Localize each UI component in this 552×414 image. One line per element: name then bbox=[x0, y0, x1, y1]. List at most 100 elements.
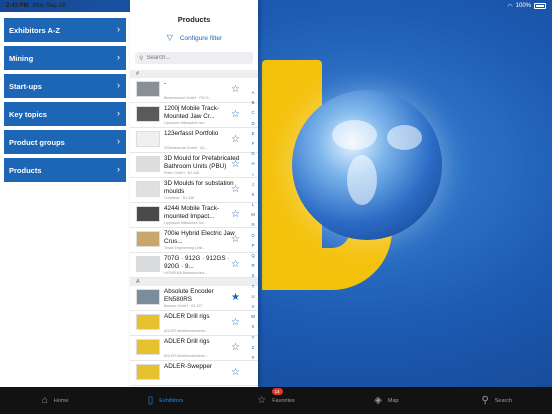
product-thumbnail bbox=[136, 81, 160, 97]
alphabet-letter[interactable]: Z bbox=[252, 345, 255, 350]
favorite-star-icon[interactable]: ★ bbox=[231, 293, 240, 303]
menu-item-label: Start-ups bbox=[9, 81, 42, 91]
tab-bar: ⌂ Home ▯ Exhibitors ☆ Favorites 14 ◈ Map ⚲ Search bbox=[0, 387, 552, 414]
product-thumbnail bbox=[136, 231, 160, 247]
favorite-star-icon[interactable]: ☆ bbox=[231, 368, 240, 378]
alphabet-letter[interactable]: C bbox=[251, 110, 254, 115]
map-icon: ◈ bbox=[374, 395, 382, 406]
product-row[interactable]: 3D Mould for Prefabricated Bathroom Unit… bbox=[130, 153, 258, 178]
search-input[interactable] bbox=[146, 55, 237, 61]
product-row[interactable]: ADLER-Swepper ☆ bbox=[130, 361, 258, 386]
alphabet-letter[interactable]: K bbox=[252, 192, 255, 197]
search-icon: ⚲ bbox=[139, 55, 144, 62]
alphabet-letter[interactable]: # bbox=[252, 355, 254, 360]
product-name: ADLER-Swepper bbox=[164, 363, 212, 370]
menu-item-label: Key topics bbox=[9, 109, 47, 119]
alphabet-letter[interactable]: V bbox=[252, 304, 255, 309]
product-exhibitor: ADLER Arbeitsmaschinen... bbox=[164, 354, 209, 358]
menu-item-mining[interactable]: Mining › bbox=[4, 46, 126, 70]
menu-item-label: Mining bbox=[9, 53, 34, 63]
alphabet-letter[interactable]: N bbox=[251, 222, 254, 227]
favorite-star-icon[interactable]: ☆ bbox=[231, 110, 240, 120]
star-icon: ☆ bbox=[257, 395, 267, 406]
alphabet-letter[interactable]: D bbox=[251, 121, 254, 126]
alphabet-letter[interactable]: I bbox=[252, 172, 253, 177]
alphabet-letter[interactable]: W bbox=[251, 314, 255, 319]
phone-icon: ▯ bbox=[147, 395, 154, 406]
panel-title: Products bbox=[177, 15, 211, 24]
product-row[interactable]: 707G · 912G · 912GS · 920G · 9... HYDREMA… bbox=[130, 253, 258, 278]
favorite-star-icon[interactable]: ☆ bbox=[231, 210, 240, 220]
product-thumbnail bbox=[136, 206, 160, 222]
product-row[interactable]: 700ie Hybrid Electric Jaw Crus... Tesab E… bbox=[130, 228, 258, 253]
search-icon: ⚲ bbox=[481, 395, 489, 406]
menu-item-label: Exhibitors A-Z bbox=[9, 25, 60, 35]
alphabet-letter[interactable]: U bbox=[251, 294, 254, 299]
product-row[interactable]: 3D Moulds for substation moulds Combinar … bbox=[130, 178, 258, 203]
alphabet-letter[interactable]: O bbox=[251, 233, 254, 238]
product-thumbnail bbox=[136, 314, 160, 330]
favorite-star-icon[interactable]: ☆ bbox=[231, 160, 240, 170]
product-thumbnail bbox=[136, 289, 160, 305]
alphabet-letter[interactable]: B bbox=[252, 100, 255, 105]
alphabet-letter[interactable]: Q bbox=[251, 253, 254, 258]
product-row[interactable]: Absolute Encoder EN580RS Baumer GmbH · A2… bbox=[130, 286, 258, 311]
favorite-star-icon[interactable]: ☆ bbox=[231, 185, 240, 195]
product-row[interactable]: 4244i Mobile Track-mounted Impact... Lipp… bbox=[130, 203, 258, 228]
product-name: - bbox=[164, 80, 167, 87]
product-row[interactable]: ADLER Drill rigs ADLER Arbeitsmaschinen..… bbox=[130, 311, 258, 336]
product-exhibitor: Baumer GmbH · A2.107 bbox=[164, 304, 203, 308]
configure-filter-button[interactable]: ▽ Configure filter bbox=[130, 33, 258, 42]
menu-item-exhibitors[interactable]: Exhibitors A-Z › bbox=[4, 18, 126, 42]
tab-home[interactable]: ⌂ Home bbox=[0, 387, 110, 414]
product-row[interactable]: 1200j Mobile Track-Mounted Jaw Cr... Lipp… bbox=[130, 103, 258, 128]
tab-map[interactable]: ◈ Map bbox=[331, 387, 441, 414]
alphabet-letter[interactable]: A bbox=[252, 90, 255, 95]
alphabet-letter[interactable]: R bbox=[251, 263, 254, 268]
menu-item-start-ups[interactable]: Start-ups › bbox=[4, 74, 126, 98]
menu-item-products[interactable]: Products › bbox=[4, 158, 126, 182]
alphabet-letter[interactable]: X bbox=[252, 324, 255, 329]
tab-exhibitors[interactable]: ▯ Exhibitors bbox=[110, 387, 220, 414]
alphabet-index: A B C D E F G H I J K L M N O P Q R S T U V W X Y Z # bbox=[248, 90, 258, 360]
status-bar: 2:43 PM Mon Sep 19 ◠ 100% bbox=[0, 0, 552, 12]
product-thumbnail bbox=[136, 106, 160, 122]
alphabet-letter[interactable]: P bbox=[252, 243, 255, 248]
product-row[interactable]: ADLER Drill rigs ADLER Arbeitsmaschinen..… bbox=[130, 336, 258, 361]
menu-item-label: Product groups bbox=[9, 137, 65, 147]
product-name: 1200j Mobile Track-Mounted Jaw Cr... bbox=[164, 105, 219, 120]
home-icon: ⌂ bbox=[41, 395, 48, 406]
alphabet-letter[interactable]: T bbox=[252, 284, 255, 289]
alphabet-letter[interactable]: E bbox=[252, 131, 255, 136]
alphabet-letter[interactable]: L bbox=[252, 202, 254, 207]
search-bar[interactable]: ⚲ bbox=[135, 52, 253, 64]
favorite-star-icon[interactable]: ☆ bbox=[231, 85, 240, 95]
favorite-star-icon[interactable]: ☆ bbox=[231, 235, 240, 245]
favorite-star-icon[interactable]: ☆ bbox=[231, 318, 240, 328]
alphabet-letter[interactable]: H bbox=[251, 161, 254, 166]
menu-item-key-topics[interactable]: Key topics › bbox=[4, 102, 126, 126]
product-row[interactable]: - Bindemixand GmbH · FW G... ☆ bbox=[130, 78, 258, 103]
product-exhibitor: Potec GmbH · B1.346 bbox=[164, 171, 200, 175]
alphabet-letter[interactable]: F bbox=[252, 141, 255, 146]
menu-item-label: Products bbox=[9, 165, 42, 175]
favorite-star-icon[interactable]: ☆ bbox=[231, 343, 240, 353]
product-name: 3D Moulds for substation moulds bbox=[164, 180, 234, 195]
tab-search[interactable]: ⚲ Search bbox=[442, 387, 552, 414]
favorite-star-icon[interactable]: ☆ bbox=[231, 260, 240, 270]
tab-label: Favorites bbox=[272, 397, 295, 404]
product-exhibitor: Lippmann Milwaukee Inc... bbox=[164, 221, 207, 225]
alphabet-letter[interactable]: Y bbox=[252, 335, 255, 340]
alphabet-letter[interactable]: M bbox=[251, 212, 255, 217]
tab-favorites[interactable]: ☆ Favorites 14 bbox=[221, 387, 331, 414]
alphabet-letter[interactable]: G bbox=[251, 151, 254, 156]
section-header: # bbox=[130, 70, 258, 78]
alphabet-letter[interactable]: S bbox=[252, 273, 255, 278]
product-thumbnail bbox=[136, 256, 160, 272]
product-thumbnail bbox=[136, 156, 160, 172]
product-row[interactable]: 123erfasst Portfolio 123erfasst.de GmbH ·… bbox=[130, 128, 258, 153]
favorite-star-icon[interactable]: ☆ bbox=[231, 135, 240, 145]
alphabet-letter[interactable]: J bbox=[252, 182, 254, 187]
products-panel: Products ▽ Configure filter ⚲ # - Bindemixa… bbox=[130, 0, 258, 387]
menu-item-product-groups[interactable]: Product groups › bbox=[4, 130, 126, 154]
